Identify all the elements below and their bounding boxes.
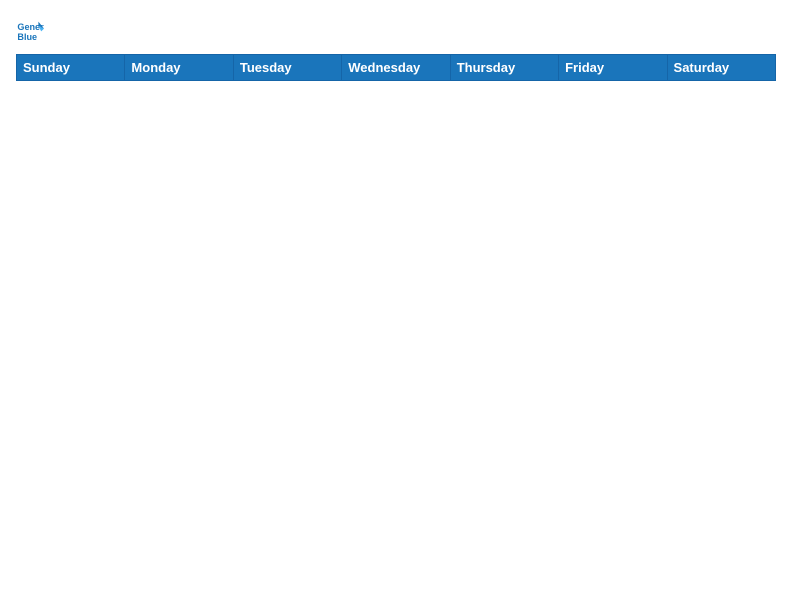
page: General Blue Sunday Monday Tuesday Wedne…: [0, 0, 792, 612]
col-friday: Friday: [559, 55, 667, 81]
col-saturday: Saturday: [667, 55, 775, 81]
col-wednesday: Wednesday: [342, 55, 450, 81]
col-monday: Monday: [125, 55, 233, 81]
logo-icon: General Blue: [16, 16, 44, 44]
col-thursday: Thursday: [450, 55, 558, 81]
calendar-header-row: Sunday Monday Tuesday Wednesday Thursday…: [17, 55, 776, 81]
col-tuesday: Tuesday: [233, 55, 341, 81]
logo: General Blue: [16, 16, 48, 44]
header: General Blue: [16, 16, 776, 44]
svg-text:Blue: Blue: [17, 32, 37, 42]
calendar-table: Sunday Monday Tuesday Wednesday Thursday…: [16, 54, 776, 590]
col-sunday: Sunday: [17, 55, 125, 81]
